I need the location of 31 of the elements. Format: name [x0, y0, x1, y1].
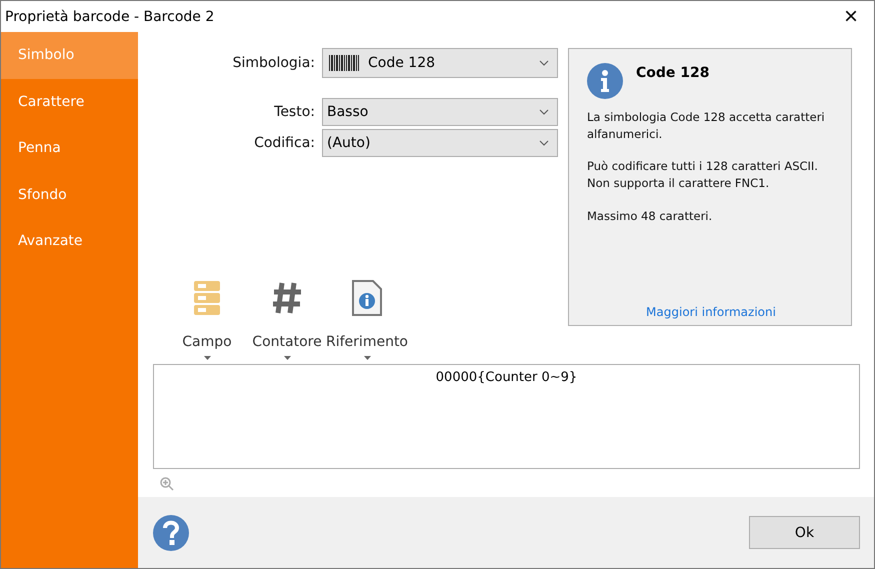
help-icon[interactable]	[153, 514, 189, 550]
field-label: Codifica:	[254, 135, 315, 151]
zoom-in-icon[interactable]	[160, 477, 174, 491]
chevron-down-icon	[539, 60, 549, 66]
window-title: Proprietà barcode - Barcode 2	[4, 8, 214, 24]
chevron-down-icon	[539, 109, 549, 115]
info-document-icon	[352, 280, 382, 316]
more-info-link[interactable]: Maggiori informazioni	[587, 305, 835, 319]
field-label: Testo:	[274, 104, 315, 120]
info-icon	[587, 63, 623, 99]
text-editor[interactable]: 00000{Counter 0~9}	[153, 364, 860, 469]
info-text: Massimo 48 caratteri.	[587, 208, 714, 224]
dropdown[interactable]: Code 128	[322, 48, 558, 78]
info-title: Code 128	[636, 65, 710, 81]
barcode-icon	[329, 55, 360, 71]
toolbar-button[interactable]: Campo	[167, 280, 247, 360]
hash-icon	[272, 280, 302, 316]
toolbar-button[interactable]: Contatore	[247, 280, 327, 360]
dropdown[interactable]: Basso	[322, 98, 558, 126]
close-button[interactable]: ×	[828, 1, 874, 32]
info-text: La simbologia Code 128 accetta caratteri alfanumerici.	[587, 109, 826, 142]
caret-icon	[204, 356, 210, 360]
stacked-bars-icon	[194, 280, 220, 316]
dropdown[interactable]: (Auto)	[322, 129, 558, 157]
chevron-down-icon	[539, 140, 549, 146]
field-label: Simbologia:	[232, 55, 315, 71]
caret-icon	[284, 356, 290, 360]
info-text: Può codificare tutti i 128 caratteri ASCII. Non supporta il carattere FNC1.	[587, 158, 819, 192]
caret-icon	[364, 356, 370, 360]
ok-button[interactable]: Ok	[749, 516, 860, 549]
toolbar-button[interactable]: Riferimento	[327, 280, 407, 360]
